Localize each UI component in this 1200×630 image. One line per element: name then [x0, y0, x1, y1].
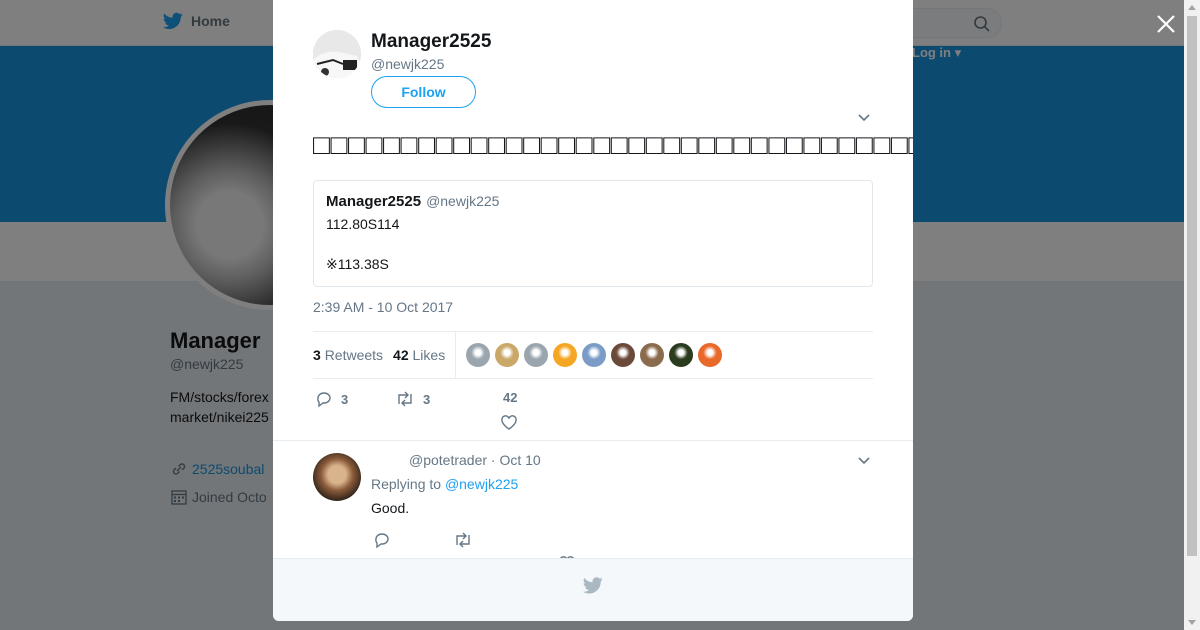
reply-author-handle-date[interactable]: @potetrader · Oct 10 [409, 452, 541, 468]
likes-stat[interactable]: 42 Likes [393, 347, 445, 363]
close-modal-button[interactable] [1154, 12, 1178, 36]
reply-icon [375, 533, 389, 549]
car-avatar-image [313, 30, 361, 78]
liker-avatar[interactable] [640, 343, 665, 367]
author-avatar[interactable] [313, 30, 361, 78]
liker-avatar[interactable] [524, 343, 549, 367]
retweet-count: 3 [423, 391, 431, 407]
like-count: 42 [503, 390, 518, 405]
quoted-tweet-header: Manager2525 @newjk225 [326, 193, 860, 210]
replying-to-label: Replying to [371, 476, 442, 492]
likes-count: 42 [393, 347, 409, 363]
liker-avatars [466, 343, 723, 367]
quoted-tweet[interactable]: Manager2525 @newjk225 112.80S114 ※113.38… [313, 180, 873, 287]
author-name[interactable]: Manager2525 [371, 31, 491, 53]
like-action-button[interactable] [500, 414, 518, 432]
reply-more-menu-button[interactable] [857, 453, 871, 471]
close-icon [1157, 15, 1175, 33]
tweet-modal: Manager2525 @newjk225 Follow □□□□□□□□□□□… [273, 0, 913, 621]
reply-icon [317, 392, 331, 408]
tweet-stats: 3 Retweets 42 Likes [313, 331, 873, 379]
quoted-tweet-line: 112.80S114 [326, 216, 400, 232]
liker-avatar[interactable] [466, 343, 491, 367]
heart-icon [501, 415, 517, 430]
scroll-up-arrow-icon[interactable] [1188, 5, 1196, 10]
replying-to-line: Replying to @newjk225 [371, 476, 518, 492]
modal-footer [273, 558, 913, 621]
retweet-icon [398, 391, 412, 407]
scrollbar-thumb[interactable] [1187, 16, 1197, 556]
tweet-timestamp[interactable]: 2:39 AM - 10 Oct 2017 [313, 299, 453, 315]
reply-action-button[interactable]: 3 [315, 390, 348, 408]
scroll-down-arrow-icon[interactable] [1188, 620, 1196, 625]
reply-retweet-button[interactable] [453, 531, 473, 549]
quoted-author-handle: @newjk225 [426, 193, 500, 209]
retweet-icon [456, 532, 470, 548]
stats-divider [455, 332, 457, 378]
reply-reply-button[interactable] [373, 531, 391, 549]
reply-text: Good. [371, 500, 410, 516]
liker-avatar[interactable] [582, 343, 607, 367]
chevron-down-icon [858, 457, 870, 465]
reply-count: 3 [341, 391, 349, 407]
chevron-down-icon [858, 114, 870, 122]
retweets-count: 3 [313, 347, 321, 363]
reply-tweet[interactable]: @potetrader · Oct 10 Replying to @newjk2… [273, 440, 913, 571]
like-count-wrap: 42 [503, 390, 517, 405]
quoted-tweet-spacer [326, 234, 860, 254]
retweets-stat[interactable]: 3 Retweets [313, 347, 383, 363]
likes-label: Likes [412, 347, 446, 363]
quoted-tweet-line: ※113.38S [326, 256, 389, 272]
liker-avatar[interactable] [669, 343, 694, 367]
author-handle[interactable]: @newjk225 [371, 56, 444, 72]
retweets-label: Retweets [324, 347, 384, 363]
replying-to-handle-link[interactable]: @newjk225 [445, 476, 518, 492]
liker-avatar[interactable] [611, 343, 636, 367]
liker-avatar[interactable] [553, 343, 578, 367]
quoted-author-name: Manager2525 [326, 193, 422, 210]
retweet-action-button[interactable]: 3 [395, 390, 430, 408]
reply-author-avatar[interactable] [313, 453, 361, 501]
twitter-bird-icon [583, 577, 603, 594]
tweet-actions: 3 3 42 [313, 390, 873, 430]
follow-button[interactable]: Follow [371, 76, 476, 108]
page-scrollbar[interactable] [1184, 0, 1200, 630]
liker-avatar[interactable] [495, 343, 520, 367]
tweet-text: □□□□□□□□□□□□□□□□□□□□□□□□□□□□□□□□□□□□ [313, 129, 913, 160]
liker-avatar[interactable] [698, 343, 723, 367]
